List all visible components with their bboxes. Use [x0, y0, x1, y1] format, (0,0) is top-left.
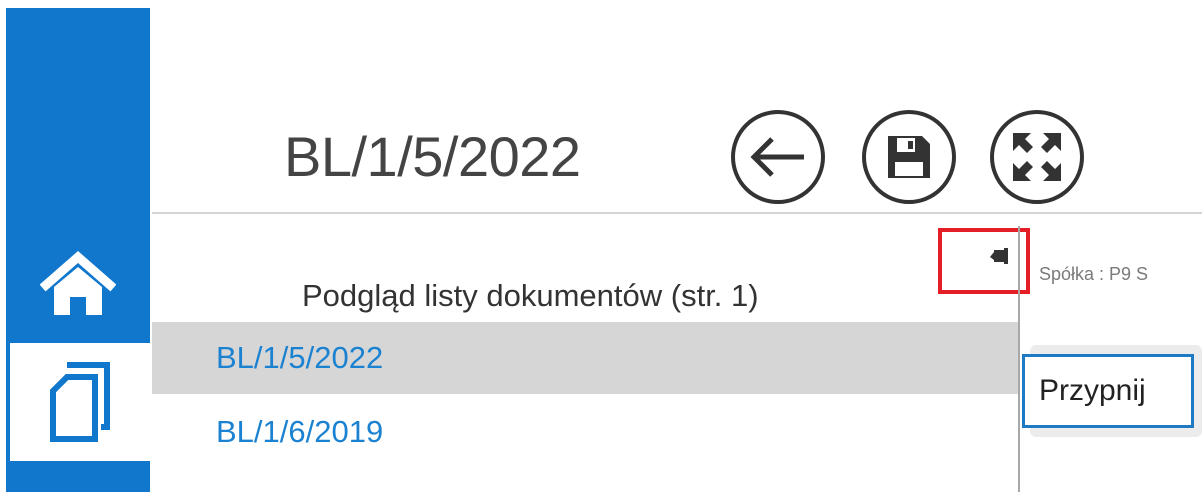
documents-icon — [50, 362, 110, 442]
nav-item-documents[interactable] — [10, 343, 150, 461]
nav-item-home[interactable] — [6, 225, 150, 343]
nav-top-gap — [0, 0, 150, 8]
list-item-label[interactable]: BL/1/5/2022 — [216, 340, 383, 376]
list-header: Podgląd listy dokumentów (str. 1) — [302, 278, 759, 313]
pin-button[interactable] — [938, 228, 1030, 294]
home-icon — [40, 251, 116, 315]
save-button[interactable] — [862, 110, 956, 204]
list-item-label[interactable]: BL/1/6/2019 — [216, 414, 383, 450]
page-title: BL/1/5/2022 — [284, 125, 581, 188]
list-item-selected[interactable]: BL/1/5/2022 — [152, 322, 1018, 394]
company-label: Spółka : P9 S — [1039, 264, 1149, 284]
floppy-disk-icon — [888, 136, 930, 178]
list-item[interactable]: BL/1/6/2019 — [152, 396, 1018, 468]
arrow-left-icon — [750, 137, 804, 177]
pin-tooltip: Przypnij — [1022, 354, 1194, 428]
nav-bottom-strip — [6, 461, 150, 492]
back-button[interactable] — [731, 110, 825, 204]
pin-icon — [980, 248, 1008, 264]
tooltip-text: Przypnij — [1039, 374, 1146, 407]
panel-splitter[interactable] — [1018, 226, 1020, 492]
header-divider — [152, 212, 1202, 214]
fullscreen-button[interactable] — [990, 110, 1084, 204]
expand-arrows-icon — [1013, 133, 1061, 181]
